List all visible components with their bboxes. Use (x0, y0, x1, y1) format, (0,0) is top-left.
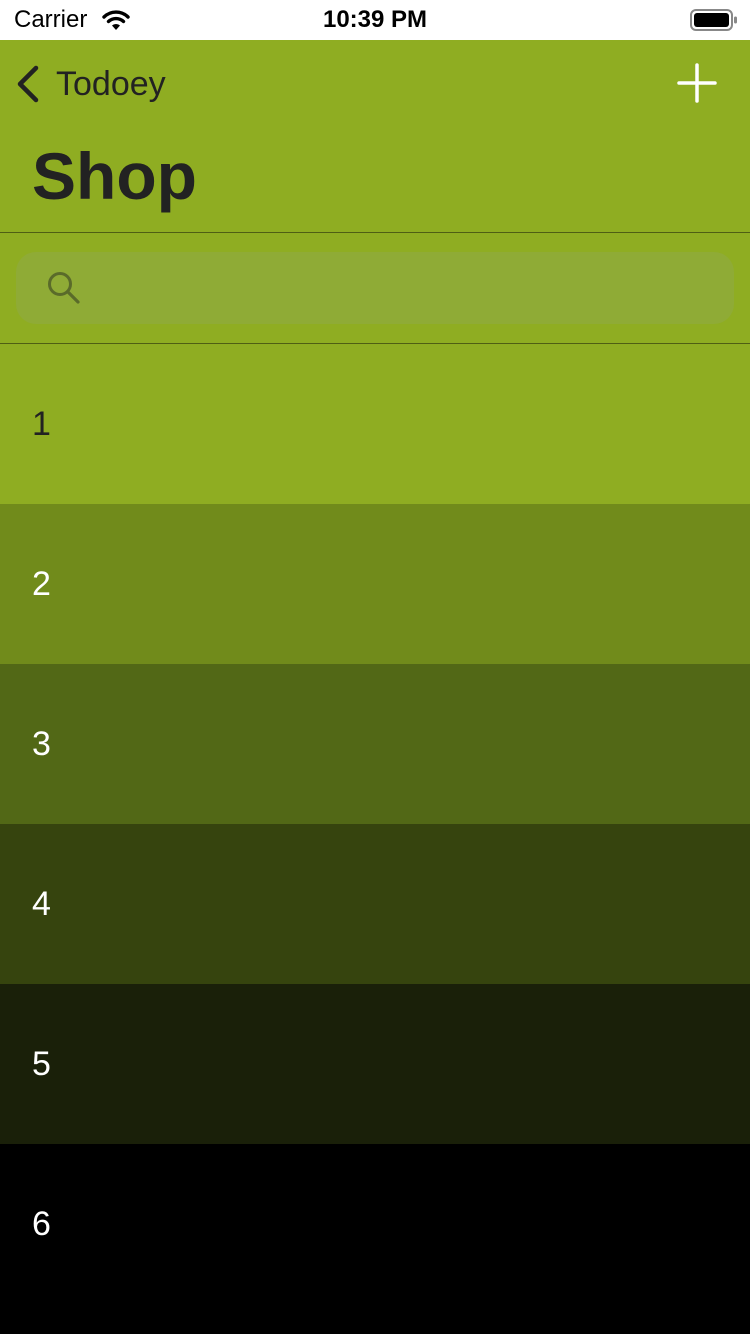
list-item[interactable]: 3 (0, 664, 750, 824)
list-item[interactable]: 6 (0, 1144, 750, 1304)
list-item[interactable]: 4 (0, 824, 750, 984)
list-item-label: 2 (32, 565, 51, 603)
status-bar: Carrier 10:39 PM (0, 0, 750, 40)
search-bar (0, 233, 750, 344)
navigation-bar: Todoey Shop (0, 40, 750, 233)
chevron-left-icon (17, 65, 39, 103)
status-time: 10:39 PM (322, 6, 428, 33)
list-item[interactable]: 2 (0, 504, 750, 664)
list-item-label: 5 (32, 1045, 51, 1083)
list-item-label: 4 (32, 885, 51, 923)
add-item-button[interactable] (672, 58, 722, 108)
back-button[interactable]: Todoey (14, 62, 166, 106)
search-field[interactable] (16, 252, 734, 326)
item-list: 1 2 3 4 5 6 (0, 344, 750, 1304)
list-item-label: 6 (32, 1205, 51, 1243)
battery-full-icon (690, 9, 737, 31)
search-input[interactable] (82, 252, 726, 326)
page-title: Shop (32, 139, 197, 213)
list-item[interactable]: 5 (0, 984, 750, 1144)
list-item-label: 3 (32, 725, 51, 763)
back-button-label: Todoey (56, 65, 166, 103)
list-item-label: 1 (32, 405, 51, 443)
plus-icon (677, 63, 717, 103)
search-icon (48, 272, 80, 304)
list-item[interactable]: 1 (0, 344, 750, 504)
